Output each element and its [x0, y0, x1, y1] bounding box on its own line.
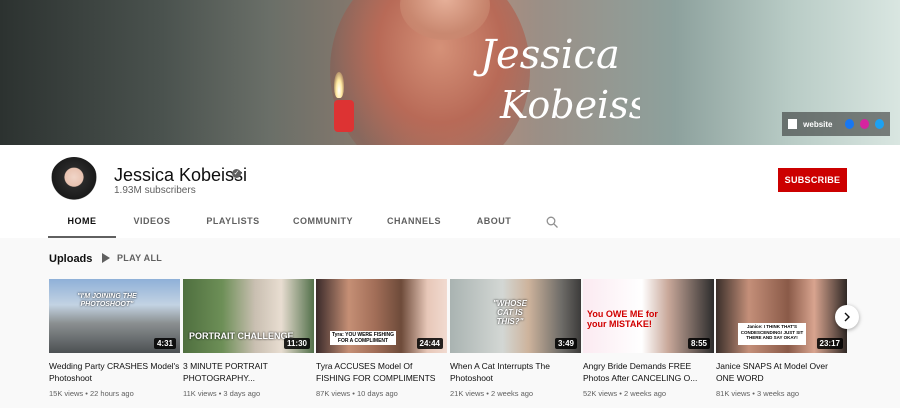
- chevron-right-icon: [844, 312, 850, 322]
- twitter-icon[interactable]: [874, 119, 884, 129]
- video-title[interactable]: Janice SNAPS At Model Over ONE WORD: [716, 360, 847, 384]
- video-thumbnail[interactable]: Janice: I THINK THAT'S CONDESCENDING! JU…: [716, 279, 847, 353]
- facebook-icon[interactable]: [844, 119, 854, 129]
- thumbnail-caption: You OWE ME for your MISTAKE!: [587, 309, 658, 329]
- banner-links: website: [782, 112, 890, 136]
- video-title[interactable]: Wedding Party CRASHES Model's Photoshoot: [49, 360, 180, 384]
- video-duration: 3:49: [554, 338, 577, 349]
- thumbnail-caption: Janice: I THINK THAT'S CONDESCENDING! JU…: [740, 324, 804, 340]
- thumbnail-caption: "WHOSE CAT IS THIS?": [492, 299, 527, 326]
- uploads-shelf: "I'M JOINING THE PHOTOSHOOT" 4:31 Weddin…: [49, 279, 849, 408]
- channel-banner: Jessica Kobeissi website: [0, 0, 900, 145]
- tab-playlists[interactable]: PLAYLISTS: [188, 210, 278, 238]
- video-title[interactable]: 3 MINUTE PORTRAIT PHOTOGRAPHY...: [183, 360, 314, 384]
- video-meta: 21K views • 2 weeks ago: [450, 389, 534, 398]
- play-all-button[interactable]: PLAY ALL: [102, 253, 162, 263]
- video-meta: 52K views • 2 weeks ago: [583, 389, 667, 398]
- video-card[interactable]: Janice: I THINK THAT'S CONDESCENDING! JU…: [716, 279, 847, 398]
- thumbnail-caption: "I'M JOINING THE PHOTOSHOOT": [77, 293, 137, 308]
- video-meta: 81K views • 3 weeks ago: [716, 389, 800, 398]
- video-title[interactable]: Angry Bride Demands FREE Photos After CA…: [583, 360, 714, 384]
- website-link[interactable]: website: [803, 120, 832, 129]
- channel-name: Jessica Kobeissi: [114, 165, 248, 185]
- video-duration: 8:55: [687, 338, 710, 349]
- thumbnail-caption: PORTRAIT CHALLENGE: [189, 331, 294, 341]
- tab-channels[interactable]: CHANNELS: [368, 210, 460, 238]
- video-duration: 4:31: [153, 338, 176, 349]
- signature-line1: Jessica: [473, 32, 620, 78]
- play-icon: [102, 253, 110, 263]
- tab-videos[interactable]: VIDEOS: [116, 210, 188, 238]
- video-card[interactable]: "I'M JOINING THE PHOTOSHOOT" 4:31 Weddin…: [49, 279, 180, 398]
- signature-line2: Kobeissi: [499, 83, 640, 127]
- video-meta: 87K views • 10 days ago: [316, 389, 398, 398]
- video-thumbnail[interactable]: PORTRAIT CHALLENGE 11:30: [183, 279, 314, 353]
- shelf-next-button[interactable]: [835, 305, 859, 329]
- verified-icon: ✓: [232, 169, 241, 178]
- video-card[interactable]: You OWE ME for your MISTAKE! 8:55 Angry …: [583, 279, 714, 398]
- channel-avatar[interactable]: [50, 157, 98, 205]
- thumbnail-caption: Tyra: YOU WERE FISHING FOR A COMPLIMENT: [331, 332, 395, 344]
- tab-community[interactable]: COMMUNITY: [278, 210, 368, 238]
- video-duration: 11:30: [283, 338, 310, 349]
- banner-signature: Jessica Kobeissi: [473, 32, 640, 127]
- subscribe-button[interactable]: SUBSCRIBE: [778, 168, 847, 192]
- video-title[interactable]: Tyra ACCUSES Model Of FISHING FOR COMPLI…: [316, 360, 447, 384]
- video-card[interactable]: PORTRAIT CHALLENGE 11:30 3 MINUTE PORTRA…: [183, 279, 314, 398]
- website-icon[interactable]: [788, 119, 798, 129]
- video-duration: 24:44: [416, 338, 443, 349]
- play-all-label: PLAY ALL: [117, 253, 163, 263]
- search-icon[interactable]: [546, 216, 558, 228]
- video-duration: 23:17: [816, 338, 843, 349]
- uploads-title[interactable]: Uploads: [49, 253, 92, 265]
- video-card[interactable]: "WHOSE CAT IS THIS?" 3:49 When A Cat Int…: [450, 279, 581, 398]
- subscriber-count: 1.93M subscribers: [114, 185, 196, 196]
- tab-about[interactable]: ABOUT: [460, 210, 528, 238]
- video-title[interactable]: When A Cat Interrupts The Photoshoot: [450, 360, 581, 384]
- video-thumbnail[interactable]: "I'M JOINING THE PHOTOSHOOT" 4:31: [49, 279, 180, 353]
- video-card[interactable]: Tyra: YOU WERE FISHING FOR A COMPLIMENT …: [316, 279, 447, 398]
- channel-header: Jessica Kobeissi ✓ 1.93M subscribers SUB…: [0, 145, 900, 238]
- instagram-icon[interactable]: [859, 119, 869, 129]
- lighter-flame: [334, 72, 344, 98]
- channel-tabs: HOME VIDEOS PLAYLISTS COMMUNITY CHANNELS…: [48, 210, 528, 238]
- lighter: [334, 100, 354, 132]
- video-thumbnail[interactable]: "WHOSE CAT IS THIS?" 3:49: [450, 279, 581, 353]
- video-thumbnail[interactable]: Tyra: YOU WERE FISHING FOR A COMPLIMENT …: [316, 279, 447, 353]
- video-thumbnail[interactable]: You OWE ME for your MISTAKE! 8:55: [583, 279, 714, 353]
- video-meta: 11K views • 3 days ago: [183, 389, 261, 398]
- tab-home[interactable]: HOME: [48, 210, 116, 238]
- video-meta: 15K views • 22 hours ago: [49, 389, 134, 398]
